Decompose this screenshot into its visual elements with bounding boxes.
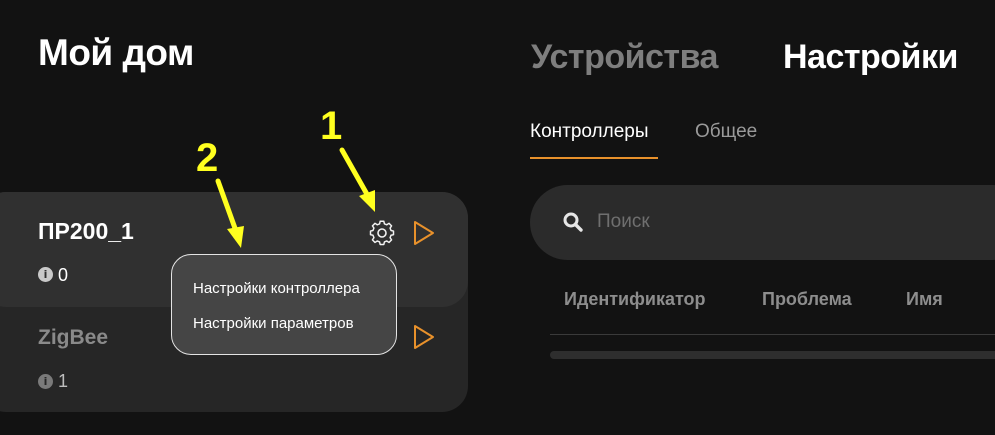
controller-name: ПР200_1 [38, 218, 134, 244]
gear-icon[interactable] [368, 219, 396, 247]
annotation-number: 2 [196, 136, 219, 180]
horizontal-scrollbar[interactable] [550, 351, 995, 359]
controller-name: ZigBee [38, 326, 109, 349]
tab-settings[interactable]: Настройки [783, 38, 958, 77]
menu-item-controller-settings[interactable]: Настройки контроллера [193, 280, 360, 297]
controller-issue-count: 0 [58, 265, 69, 285]
column-header-problem[interactable]: Проблема [762, 289, 852, 310]
active-subtab-indicator [530, 157, 658, 159]
column-header-identifier[interactable]: Идентификатор [564, 289, 706, 310]
info-icon: i [38, 374, 53, 389]
subtab-general[interactable]: Общее [695, 121, 757, 143]
subtab-controllers[interactable]: Контроллеры [530, 121, 649, 143]
search-icon [563, 212, 583, 232]
search-input[interactable]: Поиск [597, 211, 650, 233]
home-title: Мой дом [38, 32, 194, 73]
play-icon[interactable] [412, 324, 436, 350]
annotation-arrow [339, 147, 371, 199]
context-menu [171, 254, 397, 355]
tab-devices[interactable]: Устройства [531, 38, 718, 77]
annotation-number: 1 [320, 104, 343, 148]
play-icon[interactable] [412, 220, 436, 246]
table-divider [550, 334, 995, 335]
controller-issue-count: 1 [58, 371, 69, 391]
info-icon: i [38, 267, 53, 282]
menu-item-parameter-settings[interactable]: Настройки параметров [193, 315, 354, 332]
column-header-name[interactable]: Имя [906, 289, 943, 310]
